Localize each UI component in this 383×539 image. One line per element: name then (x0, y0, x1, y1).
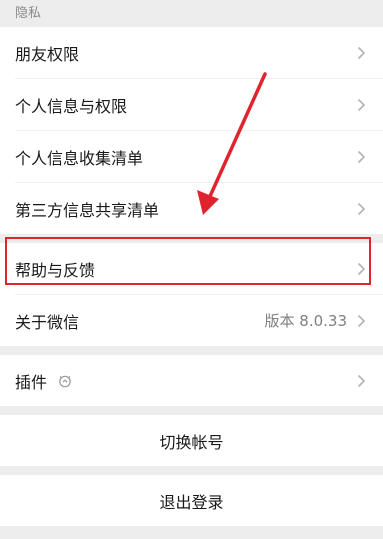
item-label: 个人信息收集清单 (15, 148, 144, 168)
chevron-right-icon (355, 313, 367, 329)
version-text: 版本 8.0.33 (264, 312, 347, 330)
button-label: 退出登录 (159, 492, 224, 512)
chevron-right-icon (355, 261, 367, 277)
plugin-icon (57, 373, 73, 389)
switch-account-button[interactable]: 切换帐号 (0, 415, 383, 466)
chevron-right-icon (355, 45, 367, 61)
chevron-right-icon (355, 373, 367, 389)
logout-button[interactable]: 退出登录 (0, 475, 383, 526)
item-label: 帮助与反馈 (15, 260, 96, 280)
logout-group: 退出登录 (0, 475, 383, 526)
section-gap (0, 466, 383, 475)
third-party-sharing-list-item[interactable]: 第三方信息共享清单 (0, 183, 383, 234)
plugins-item[interactable]: 插件 (0, 355, 383, 406)
chevron-right-icon (355, 201, 367, 217)
switch-account-group: 切换帐号 (0, 415, 383, 466)
help-feedback-item[interactable]: 帮助与反馈 (0, 243, 383, 294)
plugins-group: 插件 (0, 355, 383, 406)
item-label: 插件 (15, 372, 48, 392)
item-label: 第三方信息共享清单 (15, 200, 160, 220)
section-gap (0, 346, 383, 355)
item-label: 关于微信 (15, 312, 80, 332)
item-label: 朋友权限 (15, 44, 80, 64)
button-label: 切换帐号 (159, 432, 224, 452)
settings-screen: 隐私 朋友权限 个人信息与权限 个人信息收集清单 第三方信息共享清单 帮助与反馈… (0, 0, 383, 526)
personal-info-permissions-item[interactable]: 个人信息与权限 (0, 79, 383, 130)
friend-permissions-item[interactable]: 朋友权限 (0, 27, 383, 78)
section-header-privacy: 隐私 (15, 6, 42, 21)
section-gap (0, 234, 383, 243)
section-gap (0, 406, 383, 415)
item-label: 个人信息与权限 (15, 96, 128, 116)
plugins-label-wrap: 插件 (15, 369, 355, 393)
about-wechat-item[interactable]: 关于微信 版本 8.0.33 (0, 295, 383, 346)
personal-info-collection-list-item[interactable]: 个人信息收集清单 (0, 131, 383, 182)
chevron-right-icon (355, 149, 367, 165)
support-group: 帮助与反馈 关于微信 版本 8.0.33 (0, 243, 383, 346)
privacy-group: 朋友权限 个人信息与权限 个人信息收集清单 第三方信息共享清单 (0, 27, 383, 234)
chevron-right-icon (355, 97, 367, 113)
